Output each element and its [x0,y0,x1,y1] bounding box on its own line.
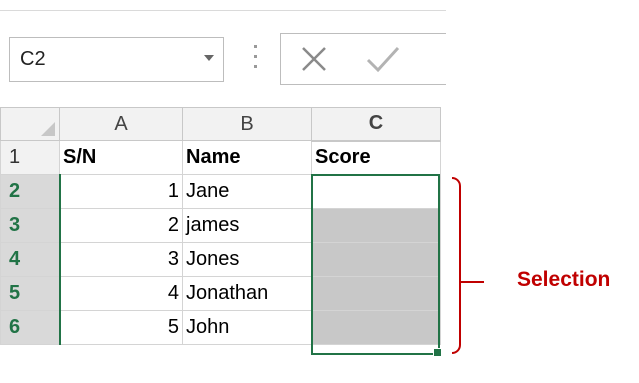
selection-annotation: Selection [517,268,611,291]
cell-a[interactable]: 5 [59,310,183,345]
formula-bar-resize-handle[interactable] [252,45,258,73]
column-header-b[interactable]: B [182,107,312,141]
cancel-button[interactable] [299,44,329,79]
selected-cell[interactable] [311,276,441,311]
cell-a[interactable]: 3 [59,242,183,277]
column-header-c[interactable]: C [311,107,441,142]
worksheet-grid: A B C 1 S/N Name Score 2 1 Jane 3 2 jame… [0,107,441,345]
select-all-button[interactable] [0,107,60,141]
row-header[interactable]: 3 [0,208,61,243]
name-box[interactable]: C2 [9,37,224,82]
selected-cell[interactable] [311,242,441,277]
cell-b[interactable]: Jonathan [182,276,312,311]
cell-b[interactable]: John [182,310,312,345]
cell-b1[interactable]: Name [182,140,312,175]
x-icon [302,47,326,71]
cell-c1[interactable]: Score [311,140,441,175]
cell-b[interactable]: Jane [182,174,312,209]
selected-cell[interactable] [311,208,441,243]
cell-b[interactable]: james [182,208,312,243]
chevron-down-icon[interactable] [204,55,214,61]
enter-button[interactable] [365,44,401,79]
cell-a[interactable]: 1 [59,174,183,209]
ribbon-divider [0,10,446,11]
formula-bar[interactable] [280,33,446,85]
active-cell[interactable] [311,174,441,209]
cell-a[interactable]: 2 [59,208,183,243]
cell-a[interactable]: 4 [59,276,183,311]
cell-b[interactable]: Jones [182,242,312,277]
check-icon [366,46,400,73]
row-header[interactable]: 1 [0,140,60,175]
name-box-value: C2 [20,48,46,70]
column-header-a[interactable]: A [59,107,183,141]
selected-cell[interactable] [311,310,441,345]
row-header[interactable]: 6 [0,310,61,345]
bracket-pointer-line [460,281,484,283]
row-header[interactable]: 5 [0,276,61,311]
selection-bracket [452,177,461,354]
fill-handle[interactable] [433,348,442,357]
row-header[interactable]: 4 [0,242,61,277]
cell-a1[interactable]: S/N [59,140,183,175]
row-header[interactable]: 2 [0,174,61,209]
